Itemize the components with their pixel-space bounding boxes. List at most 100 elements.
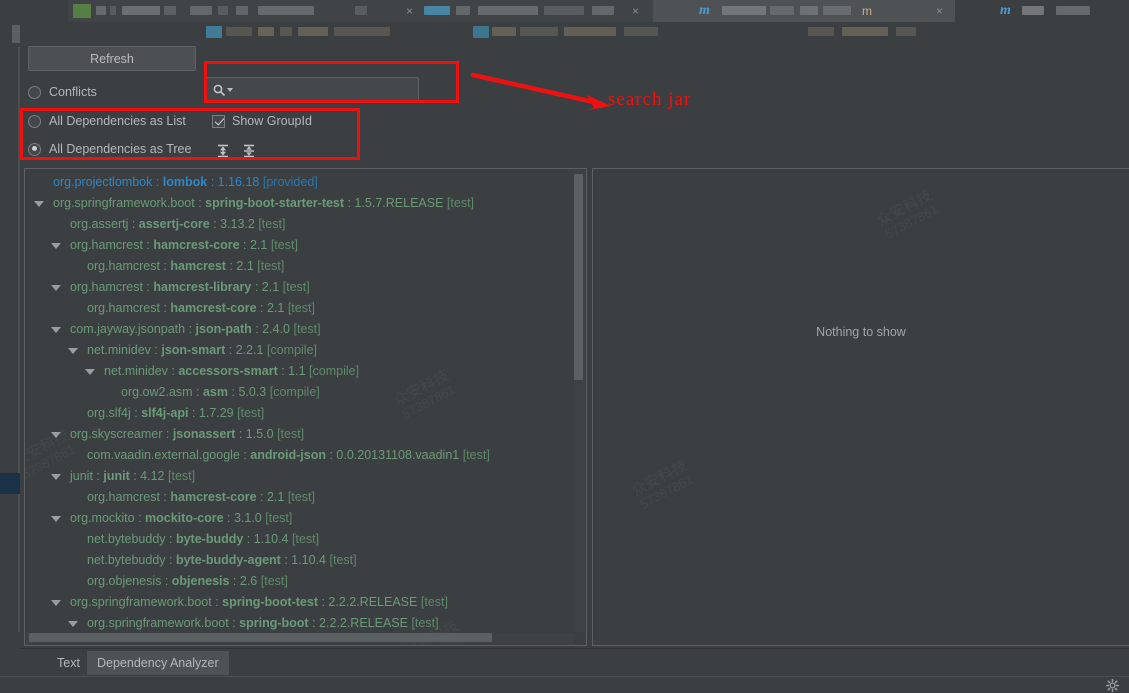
tree-row-label: org.ow2.asm : asm : 5.0.3 [compile]	[121, 382, 320, 403]
collapse-all-icon[interactable]	[241, 143, 257, 159]
tree-row[interactable]: org.hamcrest : hamcrest-core : 2.1 [test…	[25, 235, 586, 256]
tree-row[interactable]: org.springframework.boot : spring-boot-t…	[25, 592, 586, 613]
tree-horizontal-scrollbar[interactable]	[26, 633, 574, 644]
tab-close-icon[interactable]: ×	[632, 0, 639, 22]
tree-row[interactable]: net.bytebuddy : byte-buddy-agent : 1.10.…	[25, 550, 586, 571]
blurred-text	[520, 27, 558, 36]
tree-expand-toggle-icon[interactable]	[85, 369, 95, 375]
radio-conflicts-label: Conflicts	[49, 85, 97, 99]
annotation-label-search-jar: search jar	[608, 89, 692, 110]
tree-row[interactable]: org.projectlombok : lombok : 1.16.18 [pr…	[25, 172, 586, 193]
tab-close-icon[interactable]: ×	[936, 0, 943, 22]
tree-row-scope: [test]	[292, 532, 320, 546]
gutter-splitter-handle[interactable]	[12, 25, 20, 43]
search-field[interactable]	[206, 77, 419, 103]
tree-expand-toggle-icon[interactable]	[51, 600, 61, 606]
tree-expand-toggle-icon[interactable]	[51, 432, 61, 438]
dependency-tree-panel[interactable]: 众安科技 57387861 众安科技 57387861 众安科技 5738786…	[24, 168, 587, 646]
tree-row[interactable]: org.mockito : mockito-core : 3.1.0 [test…	[25, 508, 586, 529]
blurred-text	[770, 6, 794, 15]
tree-row[interactable]: org.springframework.boot : spring-boot-s…	[25, 193, 586, 214]
tree-row-label: org.hamcrest : hamcrest-core : 2.1 [test…	[87, 487, 315, 508]
search-input[interactable]	[239, 82, 393, 98]
tree-vertical-scrollbar[interactable]	[574, 170, 585, 632]
tree-row[interactable]: org.objenesis : objenesis : 2.6 [test]	[25, 571, 586, 592]
tree-row-artifact-id: spring-boot	[239, 616, 309, 630]
tree-row[interactable]: net.bytebuddy : byte-buddy : 1.10.4 [tes…	[25, 529, 586, 550]
tree-row-separator: :	[128, 217, 139, 231]
search-icon[interactable]	[213, 84, 225, 96]
tree-row-separator: :	[142, 238, 154, 252]
tree-row[interactable]: org.hamcrest : hamcrest-core : 2.1 [test…	[25, 298, 586, 319]
tree-expand-toggle-icon[interactable]	[68, 621, 78, 627]
radio-tree-label: All Dependencies as Tree	[49, 142, 192, 156]
blurred-text	[473, 26, 489, 38]
blurred-text	[298, 27, 328, 36]
checkbox-show-groupid-indicator[interactable]	[212, 114, 225, 128]
tree-row[interactable]: org.hamcrest : hamcrest-library : 2.1 [t…	[25, 277, 586, 298]
tree-expand-toggle-icon[interactable]	[51, 474, 61, 480]
tree-row[interactable]: org.slf4j : slf4j-api : 1.7.29 [test]	[25, 403, 586, 424]
tree-row-group-id: org.mockito	[70, 511, 135, 525]
tree-vertical-scroll-thumb[interactable]	[574, 174, 583, 380]
tree-row-label: org.assertj : assertj-core : 3.13.2 [tes…	[70, 214, 285, 235]
tree-expand-toggle-icon[interactable]	[34, 201, 44, 207]
maven-icon: m	[1000, 3, 1011, 18]
blurred-text	[544, 6, 584, 15]
tree-expand-toggle-icon[interactable]	[51, 516, 61, 522]
tree-row-version: 1.5.7.RELEASE	[354, 196, 444, 210]
dependency-tree-rows: org.projectlombok : lombok : 1.16.18 [pr…	[25, 172, 586, 634]
checkbox-show-groupid[interactable]: Show GroupId	[212, 114, 312, 128]
tab-text[interactable]: Text	[47, 651, 90, 675]
tree-row[interactable]: org.hamcrest : hamcrest : 2.1 [test]	[25, 256, 586, 277]
radio-conflicts-indicator[interactable]	[28, 85, 41, 99]
tree-row-scope: [test]	[293, 322, 321, 336]
radio-all-dependencies-as-list[interactable]: All Dependencies as List	[28, 114, 186, 128]
radio-list-label: All Dependencies as List	[49, 114, 186, 128]
tree-expand-toggle-icon[interactable]	[51, 243, 61, 249]
tree-row[interactable]: org.springframework.boot : spring-boot :…	[25, 613, 586, 634]
tree-row[interactable]: com.vaadin.external.google : android-jso…	[25, 445, 586, 466]
tree-row-label: org.skyscreamer : jsonassert : 1.5.0 [te…	[70, 424, 304, 445]
tree-row-separator: :	[228, 385, 239, 399]
tree-row-label: org.objenesis : objenesis : 2.6 [test]	[87, 571, 288, 592]
tree-row[interactable]: org.ow2.asm : asm : 5.0.3 [compile]	[25, 382, 586, 403]
tree-row-separator: :	[159, 490, 171, 504]
tree-row-group-id: org.hamcrest	[87, 259, 160, 273]
blurred-text	[722, 6, 766, 15]
tree-row-separator: :	[165, 532, 176, 546]
tab-row-primary: × × m m × m	[0, 0, 1129, 24]
tree-row[interactable]: com.jayway.jsonpath : json-path : 2.4.0 …	[25, 319, 586, 340]
tree-row-separator: :	[317, 595, 329, 609]
blurred-text	[842, 27, 888, 36]
tree-row-scope: [compile]	[266, 343, 318, 357]
tree-row[interactable]: org.assertj : assertj-core : 3.13.2 [tes…	[25, 214, 586, 235]
expand-all-icon[interactable]	[215, 143, 231, 159]
chevron-down-icon[interactable]	[227, 88, 233, 92]
radio-list-indicator[interactable]	[28, 114, 41, 128]
tree-expand-toggle-icon[interactable]	[51, 285, 61, 291]
tree-row[interactable]: net.minidev : json-smart : 2.2.1 [compil…	[25, 340, 586, 361]
blurred-text	[624, 27, 658, 36]
refresh-button[interactable]: Refresh	[28, 46, 196, 71]
tree-row-label: net.minidev : accessors-smart : 1.1 [com…	[104, 361, 359, 382]
radio-all-dependencies-as-tree[interactable]: All Dependencies as Tree	[28, 142, 191, 156]
tab-dependency-analyzer[interactable]: Dependency Analyzer	[87, 651, 229, 675]
tree-horizontal-scroll-thumb[interactable]	[29, 633, 492, 642]
tree-row[interactable]: org.hamcrest : hamcrest-core : 2.1 [test…	[25, 487, 586, 508]
tree-row-version: 2.4.0	[262, 322, 291, 336]
tree-row-separator: :	[167, 364, 179, 378]
tree-expand-toggle-icon[interactable]	[51, 327, 61, 333]
radio-tree-indicator[interactable]	[28, 142, 41, 156]
tab-close-icon[interactable]: ×	[406, 0, 413, 22]
radio-conflicts[interactable]: Conflicts	[28, 85, 97, 99]
tree-expand-toggle-icon[interactable]	[68, 348, 78, 354]
tree-row-scope: [test]	[462, 448, 490, 462]
tree-row[interactable]: net.minidev : accessors-smart : 1.1 [com…	[25, 361, 586, 382]
gear-icon[interactable]	[1105, 678, 1120, 693]
tree-row-label: org.mockito : mockito-core : 3.1.0 [test…	[70, 508, 292, 529]
tree-row[interactable]: junit : junit : 4.12 [test]	[25, 466, 586, 487]
watermark-line1: 众安科技	[629, 457, 690, 500]
tree-row-version: 1.16.18	[217, 175, 260, 189]
tree-row[interactable]: org.skyscreamer : jsonassert : 1.5.0 [te…	[25, 424, 586, 445]
